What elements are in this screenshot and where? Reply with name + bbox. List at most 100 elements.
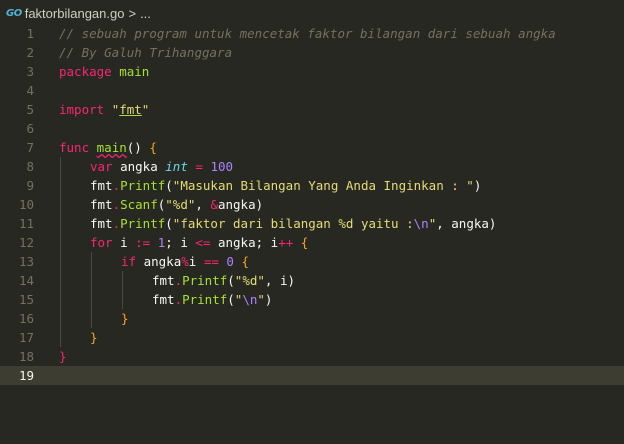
indent-guide [60,214,61,233]
indent-guide [60,328,61,347]
code-token: , [195,197,211,212]
code-token: == [203,254,219,269]
code-text: } [59,347,67,366]
code-token: angka [112,159,166,174]
code-token: ( [165,216,173,231]
code-line[interactable]: 14 fmt.Printf("%d", i) [0,271,624,290]
code-token: := [135,235,151,250]
code-text: fmt.Printf("Masukan Bilangan Yang Anda I… [90,176,481,195]
line-number: 2 [26,45,34,60]
code-line[interactable]: 8 var angka int = 100 [0,157,624,176]
code-token: Printf [120,216,166,231]
code-token: angka; i [210,235,279,250]
code-token: % [181,254,189,269]
code-token: " [141,102,150,117]
code-token: , i) [264,273,296,288]
code-line[interactable]: 19 [0,366,624,385]
code-token: ++ [278,235,294,250]
code-line[interactable]: 11 fmt.Printf("faktor dari bilangan %d ya… [0,214,624,233]
code-line[interactable]: 16} [0,309,624,328]
code-token: i [112,235,136,250]
indent-guide [91,309,92,328]
code-token: . [174,273,183,288]
code-token: "faktor dari bilangan %d yaitu : [172,216,414,231]
code-line[interactable]: 9 fmt.Printf("Masukan Bilangan Yang Anda … [0,176,624,195]
breadcrumb-more[interactable]: ... [140,6,151,21]
code-line[interactable]: 2 // By Galuh Trihanggara [0,43,624,62]
code-line[interactable]: 4 [0,81,624,100]
line-number: 13 [18,254,34,269]
code-line[interactable]: 18} [0,347,624,366]
line-number: 16 [18,311,34,326]
code-line[interactable]: 7 func main() { [0,138,624,157]
indent-guide [91,290,92,309]
code-token: 100 [210,159,234,174]
code-token: \n [242,292,258,307]
code-token: } [121,311,129,326]
indent-guide [60,309,61,328]
line-number: 5 [26,102,34,117]
code-token: angka) [217,197,264,212]
code-token: ) [473,178,482,193]
indent-guide [60,271,61,290]
code-line[interactable]: 6 [0,119,624,138]
line-number: 3 [26,64,34,79]
go-file-icon: GO [6,7,22,19]
line-number: 17 [18,330,34,345]
code-token: . [112,178,121,193]
indent-guide [91,252,92,271]
breadcrumb-file[interactable]: faktorbilangan.go [25,6,125,21]
line-number: 7 [26,140,34,155]
code-token: Printf [182,292,228,307]
code-token: ( [227,292,235,307]
code-text: package main [59,62,149,81]
code-line[interactable]: 3 package main [0,62,624,81]
code-token: = [195,159,203,174]
code-text: if angka%i == 0 { [121,252,249,271]
code-text: func main() { [59,138,157,157]
code-token: { [149,140,157,155]
code-token: fmt [90,216,113,231]
code-token: \n [413,216,429,231]
code-token: Scanf [120,197,158,212]
code-token: var [90,159,113,174]
code-line[interactable]: 17} [0,328,624,347]
line-number: 4 [26,83,34,98]
code-token: fmt [152,292,175,307]
code-token: fmt [90,197,113,212]
code-token: "Masukan Bilangan Yang Anda Inginkan : " [172,178,474,193]
code-token: ( [227,273,235,288]
code-token: { [241,254,249,269]
code-line[interactable]: 15 fmt.Printf("\n") [0,290,624,309]
code-token: , angka) [436,216,497,231]
indent-guide [122,271,123,290]
line-number: 6 [26,121,34,136]
code-token: fmt [90,178,113,193]
code-token: // By Galuh Trihanggara [59,45,233,60]
code-token: } [59,349,67,364]
code-line[interactable]: 13 if angka%i == 0 { [0,252,624,271]
code-token: if [121,254,137,269]
line-number: 9 [26,178,34,193]
code-token: "%d" [234,273,265,288]
code-line[interactable]: 12 for i := 1; i <= angka; i++ { [0,233,624,252]
code-text: fmt.Printf("\n") [152,290,272,309]
line-number: 11 [18,216,34,231]
code-token: . [112,216,121,231]
code-text: for i := 1; i <= angka; i++ { [90,233,308,252]
code-text: } [121,309,129,328]
code-token: int [165,159,188,174]
code-token: ) [264,292,273,307]
code-token: . [112,197,121,212]
code-line[interactable]: 1 // sebuah program untuk mencetak faktor… [0,24,624,43]
code-editor[interactable]: 1 // sebuah program untuk mencetak faktor… [0,24,624,385]
code-line[interactable]: 10 fmt.Scanf("%d", &angka) [0,195,624,214]
indent-guide [91,271,92,290]
breadcrumb: GO faktorbilangan.go > ... [0,0,624,26]
code-token: ; i [165,235,196,250]
code-token: angka [136,254,182,269]
code-line[interactable]: 5 import "fmt" [0,100,624,119]
